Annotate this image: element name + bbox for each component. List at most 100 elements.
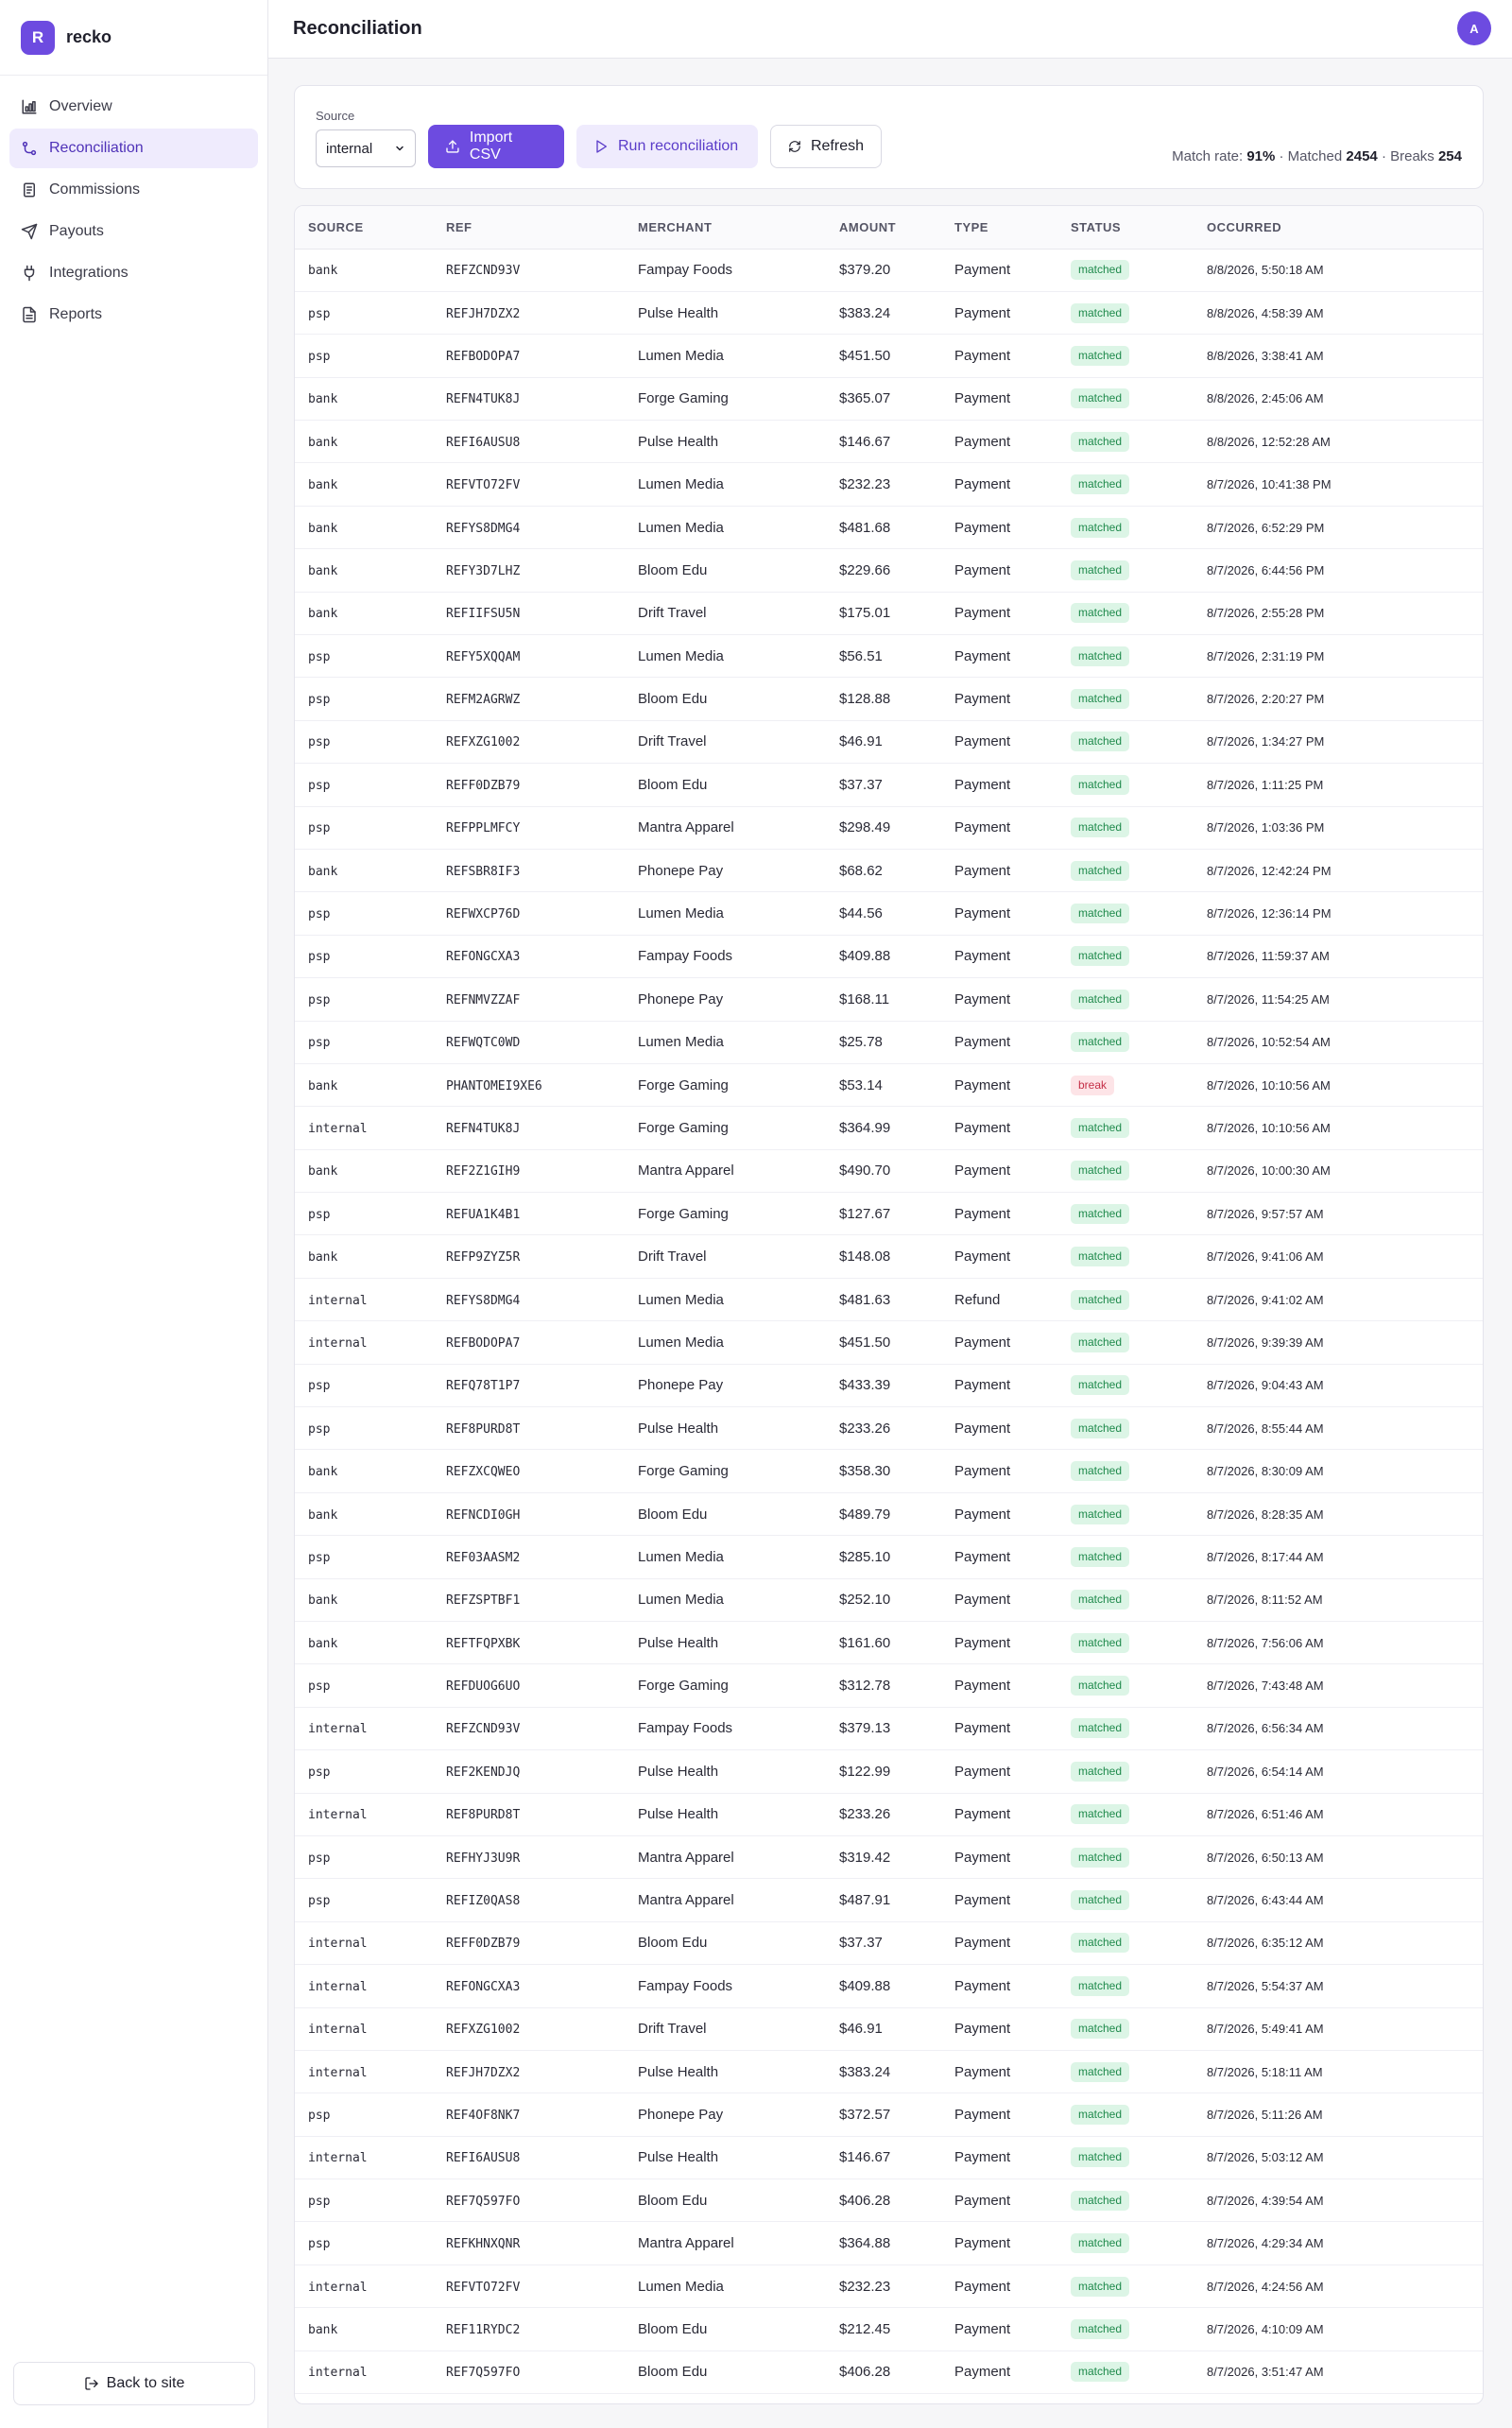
table-row[interactable]: psp REF2KENDJQ Pulse Health $122.99 Payment m… (295, 1749, 1483, 1794)
occurred-cell: 8/7/2026, 5:11:26 AM (1207, 2107, 1323, 2122)
table-row[interactable]: internal REFI6AUSU8 Pulse Health $146.67 Pay… (295, 2136, 1483, 2180)
table-row[interactable]: bank REFIIFSU5N Drift Travel $175.01 Payment… (295, 592, 1483, 636)
table-row[interactable]: internal REF8PURD8T Pulse Health $233.26 Pay… (295, 1793, 1483, 1836)
table-row[interactable]: bank REF2Z1GIH9 Mantra Apparel $490.70 Payme… (295, 1149, 1483, 1194)
table-row[interactable]: psp REF7Q597FO Bloom Edu $406.28 Payment matc… (295, 2178, 1483, 2223)
merchant-cell-container: Lumen Media (638, 634, 839, 679)
table-row[interactable]: psp REFPPLMFCY Mantra Apparel $298.49 Paymen… (295, 806, 1483, 850)
sidebar-item-commissions[interactable]: Commissions (9, 170, 258, 210)
table-row[interactable]: bank REFZCND93V Fampay Foods $379.20 Payment… (295, 249, 1483, 292)
sidebar-item-integrations[interactable]: Integrations (9, 253, 258, 293)
table-row[interactable]: psp REFXZG1002 Drift Travel $46.91 Payment ma… (295, 720, 1483, 765)
table-row[interactable]: bank REFI6AUSU8 Pulse Health $146.67 Payment… (295, 420, 1483, 464)
table-row[interactable]: psp REF8PURD8T Pulse Health $233.26 Payment m… (295, 1406, 1483, 1451)
amount-cell-container: $487.91 (839, 1878, 954, 1922)
table-row[interactable]: psp REFIZ0QAS8 Mantra Apparel $487.91 Paymen… (295, 1878, 1483, 1922)
table-row[interactable]: internal REF7Q597FO Bloom Edu $406.28 Paymen… (295, 2351, 1483, 2395)
occurred-cell: 8/7/2026, 6:35:12 AM (1207, 1936, 1324, 1951)
table-row[interactable]: internal REFXZG1002 Drift Travel $46.91 Paym… (295, 2007, 1483, 2051)
run-reconciliation-label: Run reconciliation (618, 138, 739, 154)
table-row[interactable]: internal REFZCND93V Fampay Foods $379.13 Pay… (295, 1707, 1483, 1751)
ref-cell-container: REF2Z1GIH9 (446, 1149, 638, 1194)
ref-cell: REFXZG1002 (446, 2023, 521, 2038)
table-row[interactable]: psp REFQ78T1P7 Phonepe Pay $433.39 Payment ma… (295, 1364, 1483, 1408)
table-row[interactable]: bank REFN4TUK8J Forge Gaming $365.07 Payment… (295, 377, 1483, 422)
table-row[interactable]: bank REFP9ZYZ5R Drift Travel $148.08 Payment… (295, 1234, 1483, 1279)
type-cell-container: Payment (954, 1793, 1071, 1836)
refresh-button[interactable]: Refresh (770, 125, 882, 168)
table-row[interactable]: internal REFN4TUK8J Forge Gaming $364.99 Pay… (295, 1106, 1483, 1150)
table-row[interactable]: internal REFJH7DZX2 Pulse Health $383.24 Pay… (295, 2050, 1483, 2094)
type-cell: Payment (954, 1120, 1011, 1136)
table-row[interactable]: internal REFYS8DMG4 Lumen Media $481.63 Refu… (295, 1278, 1483, 1322)
type-cell-container: Payment (954, 548, 1071, 593)
type-cell: Payment (954, 1634, 1011, 1651)
table-row[interactable]: psp REFUA1K4B1 Forge Gaming $127.67 Payment m… (295, 1192, 1483, 1236)
occurred-cell-container: 8/7/2026, 6:43:44 AM (1207, 1878, 1483, 1922)
table-row[interactable]: psp REFONGCXA3 Fampay Foods $409.88 Payment m… (295, 935, 1483, 979)
merchant-cell: Forge Gaming (638, 1076, 729, 1093)
source-select[interactable]: internal (316, 129, 416, 167)
table-row[interactable]: psp REFM2AGRWZ Bloom Edu $128.88 Payment matc… (295, 677, 1483, 721)
table-row[interactable]: psp REFF0DZB79 Bloom Edu $37.37 Payment match… (295, 763, 1483, 807)
type-cell-container: Payment (954, 1192, 1071, 1236)
table-row[interactable]: psp REFY5XQQAM Lumen Media $56.51 Payment mat… (295, 634, 1483, 679)
run-reconciliation-button[interactable]: Run reconciliation (576, 125, 758, 168)
source-cell-container: psp (295, 1535, 446, 1579)
type-cell-container: Payment (954, 2178, 1071, 2223)
status-badge: matched (1071, 1375, 1130, 1396)
status-cell: matched (1071, 977, 1207, 1022)
table-row[interactable]: bank REFY3D7LHZ Bloom Edu $229.66 Payment mat… (295, 548, 1483, 593)
table-row[interactable]: psp REFJH7DZX2 Pulse Health $383.24 Payment m… (295, 291, 1483, 336)
type-cell-container: Payment (954, 1707, 1071, 1751)
avatar[interactable]: A (1457, 11, 1491, 45)
type-cell: Payment (954, 1248, 1011, 1266)
merchant-cell-container: Mantra Apparel (638, 1149, 839, 1194)
brand[interactable]: R recko (0, 0, 267, 76)
source-cell: internal (308, 1937, 368, 1952)
occurred-cell-container: 8/7/2026, 9:04:43 AM (1207, 1364, 1483, 1408)
table-row[interactable]: psp REFWXCP76D Lumen Media $44.56 Payment mat… (295, 891, 1483, 936)
table-row[interactable]: bank REFZXCQWEO Forge Gaming $358.30 Payment… (295, 1449, 1483, 1493)
source-cell: psp (308, 1851, 331, 1866)
table-row[interactable]: bank REFYS8DMG4 Lumen Media $481.68 Payment m… (295, 506, 1483, 550)
merchant-cell: Forge Gaming (638, 390, 729, 407)
table-row[interactable]: bank PHANTOMEI9XE6 Forge Gaming $53.14 Payme… (295, 1063, 1483, 1108)
table-row[interactable]: psp REFKHNXQNR Mantra Apparel $364.88 Paymen… (295, 2221, 1483, 2265)
occurred-cell: 8/7/2026, 10:00:30 AM (1207, 1163, 1331, 1179)
table-row[interactable]: internal REFVTO72FV Lumen Media $232.23 Paym… (295, 2264, 1483, 2309)
table-row[interactable]: internal REFBODOPA7 Lumen Media $451.50 Paym… (295, 1320, 1483, 1365)
table-row[interactable]: bank REFSBR8IF3 Phonepe Pay $68.62 Payment ma… (295, 849, 1483, 893)
sidebar-item-reconciliation[interactable]: Reconciliation (9, 129, 258, 168)
table-row[interactable]: psp REFHYJ3U9R Mantra Apparel $319.42 Paymen… (295, 1835, 1483, 1880)
import-csv-button[interactable]: Import CSV (428, 125, 564, 168)
sidebar-item-reports[interactable]: Reports (9, 295, 258, 335)
ref-cell: REFWQTC0WD (446, 1036, 521, 1051)
merchant-cell: Fampay Foods (638, 1720, 733, 1737)
column-header-status: STATUS (1071, 206, 1207, 250)
table-row[interactable]: bank REFNCDI0GH Bloom Edu $489.79 Payment mat… (295, 1492, 1483, 1537)
table-row[interactable]: psp REFNMVZZAF Phonepe Pay $168.11 Payment ma… (295, 977, 1483, 1022)
status-cell: matched (1071, 1535, 1207, 1579)
ref-cell: REF03AASM2 (446, 1550, 521, 1565)
back-to-site-button[interactable]: Back to site (13, 2362, 255, 2405)
table-row[interactable]: internal REFF0DZB79 Bloom Edu $37.37 Payment… (295, 1921, 1483, 1966)
table-row[interactable]: psp REF4OF8NK7 Phonepe Pay $372.57 Payment ma… (295, 2092, 1483, 2137)
refresh-icon (789, 141, 800, 152)
status-cell: matched (1071, 1749, 1207, 1794)
source-cell: bank (308, 864, 338, 879)
sidebar-item-overview[interactable]: Overview (9, 87, 258, 127)
ref-cell: REFWXCP76D (446, 907, 521, 922)
table-row[interactable]: bank REFVTO72FV Lumen Media $232.23 Payment m… (295, 462, 1483, 507)
table-row[interactable]: psp REF03AASM2 Lumen Media $285.10 Payment ma… (295, 1535, 1483, 1579)
merchant-cell-container: Fampay Foods (638, 249, 839, 292)
table-row[interactable]: bank REFTFQPXBK Pulse Health $161.60 Payment… (295, 1621, 1483, 1665)
table-row[interactable]: psp REFWQTC0WD Lumen Media $25.78 Payment mat… (295, 1021, 1483, 1064)
table-row[interactable]: bank REF11RYDC2 Bloom Edu $212.45 Payment mat… (295, 2307, 1483, 2351)
table-row[interactable]: bank REFZSPTBF1 Lumen Media $252.10 Payment m… (295, 1578, 1483, 1623)
table-row[interactable]: psp REFDUOG6UO Forge Gaming $312.78 Payment m… (295, 1663, 1483, 1708)
table-row[interactable]: internal REFONGCXA3 Fampay Foods $409.88 Pay… (295, 1964, 1483, 2008)
sidebar-item-payouts[interactable]: Payouts (9, 212, 258, 251)
amount-cell-container: $37.37 (839, 763, 954, 807)
table-row[interactable]: psp REFBODOPA7 Lumen Media $451.50 Payment ma… (295, 334, 1483, 378)
